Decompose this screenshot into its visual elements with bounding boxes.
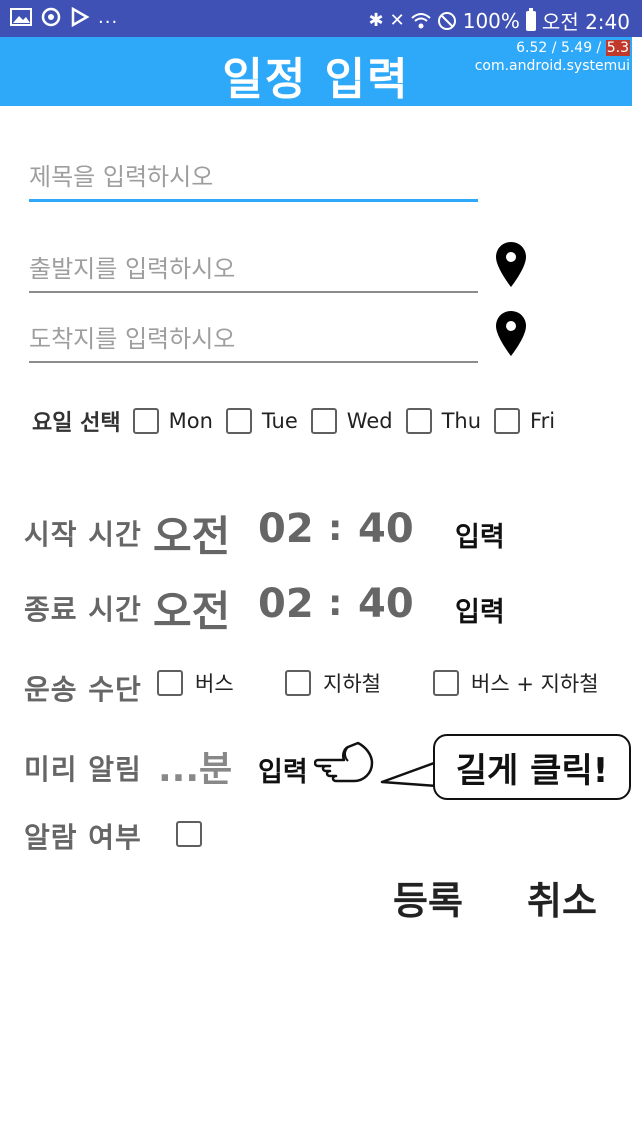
end-time-enter-button[interactable]: 입력 <box>455 590 505 629</box>
overlay-value-2: 5.49 <box>560 40 593 56</box>
reminder-enter-button[interactable]: 입력 <box>258 750 308 789</box>
submit-button[interactable]: 등록 <box>393 870 463 925</box>
transport-option-label: 버스 <box>195 672 234 696</box>
end-time-label: 종료 시간 <box>24 593 142 626</box>
long-press-tip-text: 길게 클릭! <box>455 750 609 791</box>
destination-underline <box>29 361 478 363</box>
transport-label: 운송 수단 <box>24 673 142 706</box>
overlay-value-3: 5.3 <box>605 40 630 56</box>
cancel-button[interactable]: 취소 <box>527 870 597 925</box>
alarm-label: 알람 여부 <box>24 821 142 854</box>
day-selection-row: 요일 선택 Mon Tue Wed Thu Fri <box>32 405 555 437</box>
status-right: ✱ ✕ 100% 오전 2:40 <box>369 6 630 35</box>
wifi-icon <box>411 12 431 28</box>
transport-bus-checkbox[interactable]: 버스 <box>157 668 234 698</box>
destination-map-pin-icon[interactable] <box>494 310 528 358</box>
title-field[interactable] <box>29 163 478 202</box>
checkbox-box[interactable] <box>285 670 311 696</box>
day-label: Tue <box>261 409 298 433</box>
origin-field[interactable] <box>29 255 478 293</box>
battery-percent: 100% <box>462 8 520 33</box>
end-time-minute[interactable]: 40 <box>358 581 414 627</box>
play-store-icon <box>71 7 90 27</box>
title-input[interactable] <box>29 163 478 199</box>
origin-underline <box>29 291 478 293</box>
start-time-hour[interactable]: 02 <box>258 506 314 552</box>
checkbox-box[interactable] <box>494 408 521 434</box>
checkbox-box[interactable] <box>225 408 252 434</box>
do-not-disturb-icon <box>437 11 456 30</box>
destination-input[interactable] <box>29 325 478 361</box>
status-left: ... <box>10 6 118 28</box>
end-time-separator: : <box>328 583 343 624</box>
day-selection-label: 요일 선택 <box>32 411 121 436</box>
start-time-label: 시작 시간 <box>24 518 142 551</box>
start-time-minute[interactable]: 40 <box>358 506 414 552</box>
destination-field[interactable] <box>29 325 478 363</box>
reminder-label: 미리 알림 <box>24 753 142 786</box>
start-time-ampm[interactable]: 오전 <box>153 503 230 564</box>
transport-bus-subway-checkbox[interactable]: 버스 + 지하철 <box>433 668 599 698</box>
day-label: Fri <box>530 409 556 433</box>
load-overlay: 6.52 / 5.49 / 5.3 com.android.systemui <box>474 40 630 74</box>
start-time-enter-button[interactable]: 입력 <box>455 515 505 554</box>
mute-icon: ✕ <box>389 9 405 31</box>
image-icon <box>10 8 32 26</box>
battery-icon <box>525 7 536 31</box>
end-time-ampm[interactable]: 오전 <box>153 578 230 639</box>
day-tue-checkbox[interactable]: Tue <box>225 408 298 434</box>
checkbox-box[interactable] <box>157 670 183 696</box>
sync-icon <box>41 7 61 27</box>
checkbox-box[interactable] <box>132 408 159 434</box>
long-press-tip-bubble: 길게 클릭! <box>433 734 631 800</box>
bluetooth-icon: ✱ <box>368 9 384 31</box>
end-time-hour[interactable]: 02 <box>258 581 314 627</box>
checkbox-box[interactable] <box>405 408 432 434</box>
day-wed-checkbox[interactable]: Wed <box>310 408 393 434</box>
day-label: Thu <box>441 409 482 433</box>
day-label: Wed <box>346 409 393 433</box>
checkbox-box[interactable] <box>310 408 337 434</box>
overlay-value-1: 6.52 <box>516 40 548 56</box>
status-time: 오전 2:40 <box>541 10 630 34</box>
day-label: Mon <box>168 409 213 433</box>
day-mon-checkbox[interactable]: Mon <box>132 408 213 434</box>
pointing-hand-icon <box>314 741 374 783</box>
transport-option-label: 지하철 <box>323 672 381 696</box>
app-bar: 일정 입력 6.52 / 5.49 / 5.3 com.android.syst… <box>0 37 632 106</box>
speech-bubble-tail <box>380 760 438 788</box>
notification-overflow: ... <box>98 6 119 28</box>
transport-option-label: 버스 + 지하철 <box>471 672 599 696</box>
alarm-checkbox[interactable] <box>176 821 202 847</box>
start-time-separator: : <box>328 508 343 549</box>
overlay-source: com.android.systemui <box>474 58 630 74</box>
day-fri-checkbox[interactable]: Fri <box>494 408 555 434</box>
origin-input[interactable] <box>29 255 478 291</box>
status-bar: ... ✱ ✕ 100% 오전 2:40 <box>0 0 642 37</box>
day-thu-checkbox[interactable]: Thu <box>405 408 482 434</box>
origin-map-pin-icon[interactable] <box>494 241 528 289</box>
reminder-value[interactable]: ...분 <box>158 740 232 792</box>
transport-subway-checkbox[interactable]: 지하철 <box>285 668 381 698</box>
title-underline <box>29 199 478 202</box>
checkbox-box[interactable] <box>433 670 459 696</box>
